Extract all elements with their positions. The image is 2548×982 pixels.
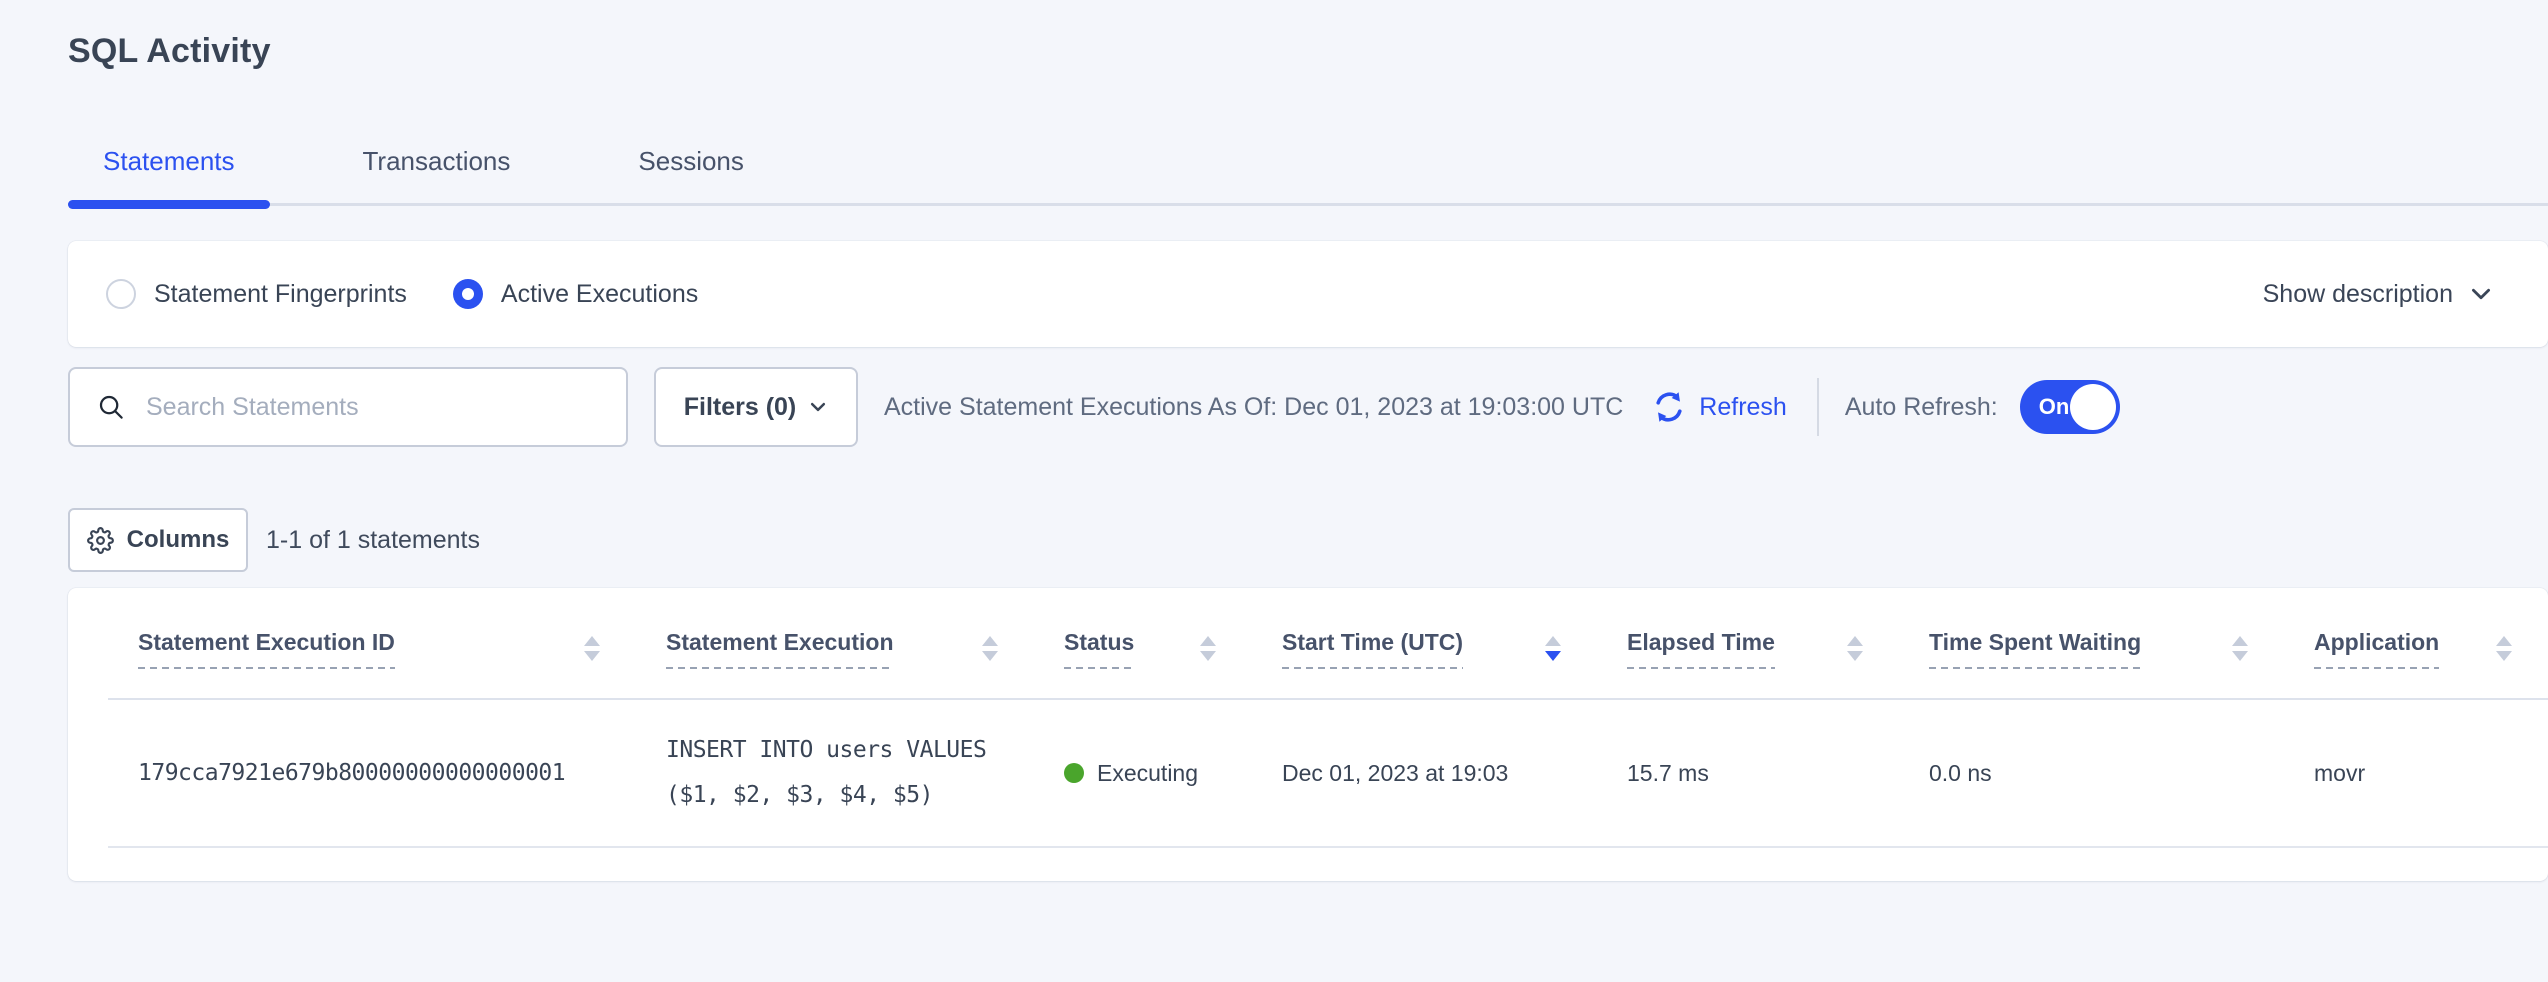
radio-option-statement-fingerprints[interactable]: Statement Fingerprints xyxy=(106,279,407,309)
column-header-status[interactable]: Status xyxy=(1034,588,1252,699)
gear-icon xyxy=(87,527,114,554)
toggle-knob[interactable] xyxy=(2070,384,2116,430)
sort-icon[interactable] xyxy=(2496,636,2512,661)
active-executions-table: Statement Execution ID Statement Executi… xyxy=(108,588,2548,848)
column-header-time-spent-waiting[interactable]: Time Spent Waiting xyxy=(1899,588,2284,699)
show-description-label: Show description xyxy=(2263,280,2453,309)
radio-label-statement-fingerprints: Statement Fingerprints xyxy=(154,280,407,309)
sort-icon[interactable] xyxy=(584,636,600,661)
sort-icon[interactable] xyxy=(1200,636,1216,661)
tab-sessions-label: Sessions xyxy=(638,146,744,176)
as-of-text: Active Statement Executions As Of: Dec 0… xyxy=(884,393,1623,422)
sql-activity-page: SQL Activity Statements Transactions Ses… xyxy=(0,0,2548,982)
sort-icon[interactable] xyxy=(1847,636,1863,661)
radio-icon-statement-fingerprints[interactable] xyxy=(106,279,136,309)
auto-refresh-toggle[interactable]: On xyxy=(2020,380,2120,434)
column-header-application[interactable]: Application xyxy=(2284,588,2548,699)
tab-transactions-label: Transactions xyxy=(363,146,511,176)
radio-option-active-executions[interactable]: Active Executions xyxy=(453,279,698,309)
tab-bar: Statements Transactions Sessions xyxy=(68,145,2548,206)
auto-refresh-label: Auto Refresh: xyxy=(1845,393,1998,422)
cell-start-time: Dec 01, 2023 at 19:03 xyxy=(1252,699,1597,847)
filters-button[interactable]: Filters (0) xyxy=(654,367,858,447)
show-description-toggle[interactable]: Show description xyxy=(2263,280,2494,309)
cell-application: movr xyxy=(2284,699,2548,847)
result-count: 1-1 of 1 statements xyxy=(266,526,480,555)
toggle-state-label: On xyxy=(2039,394,2070,420)
table-header-row: Statement Execution ID Statement Executi… xyxy=(108,588,2548,699)
refresh-icon xyxy=(1651,389,1687,425)
filter-bar: Filters (0) Active Statement Executions … xyxy=(68,367,2548,447)
column-header-elapsed-time[interactable]: Elapsed Time xyxy=(1597,588,1899,699)
cell-statement: INSERT INTO users VALUES ($1, $2, $3, $4… xyxy=(636,699,1034,847)
columns-button[interactable]: Columns xyxy=(68,508,248,572)
tab-sessions[interactable]: Sessions xyxy=(603,145,779,203)
cell-status: Executing xyxy=(1034,699,1252,847)
vertical-divider xyxy=(1817,378,1819,436)
refresh-link[interactable]: Refresh xyxy=(1651,389,1787,425)
radio-label-active-executions: Active Executions xyxy=(501,280,698,309)
tab-transactions[interactable]: Transactions xyxy=(328,145,546,203)
filters-button-label: Filters (0) xyxy=(684,393,797,422)
refresh-label: Refresh xyxy=(1699,393,1787,422)
search-icon xyxy=(96,392,126,422)
results-bar: Columns 1-1 of 1 statements xyxy=(68,508,2548,572)
chevron-down-icon xyxy=(2468,281,2494,307)
sort-icon[interactable] xyxy=(982,636,998,661)
statements-table-card: Statement Execution ID Statement Executi… xyxy=(68,588,2548,881)
status-executing-dot xyxy=(1064,763,1084,783)
search-input[interactable] xyxy=(146,393,606,422)
view-mode-card: Statement Fingerprints Active Executions… xyxy=(68,241,2548,347)
radio-icon-active-executions[interactable] xyxy=(453,279,483,309)
column-header-statement-execution-id[interactable]: Statement Execution ID xyxy=(108,588,636,699)
sort-icon-active-desc[interactable] xyxy=(1545,636,1561,661)
cell-execution-id: 179cca7921e679b80000000000000001 xyxy=(108,699,636,847)
cell-elapsed-time: 15.7 ms xyxy=(1597,699,1899,847)
table-row[interactable]: 179cca7921e679b80000000000000001 INSERT … xyxy=(108,699,2548,847)
column-header-statement-execution[interactable]: Statement Execution xyxy=(636,588,1034,699)
column-header-start-time[interactable]: Start Time (UTC) xyxy=(1252,588,1597,699)
cell-time-spent-waiting: 0.0 ns xyxy=(1899,699,2284,847)
sort-icon[interactable] xyxy=(2232,636,2248,661)
columns-button-label: Columns xyxy=(127,526,230,554)
status-label: Executing xyxy=(1097,760,1198,787)
search-box[interactable] xyxy=(68,367,628,447)
page-title: SQL Activity xyxy=(68,30,2548,72)
tab-statements-label: Statements xyxy=(103,146,235,176)
tab-statements[interactable]: Statements xyxy=(68,145,270,203)
chevron-down-icon xyxy=(808,397,828,417)
